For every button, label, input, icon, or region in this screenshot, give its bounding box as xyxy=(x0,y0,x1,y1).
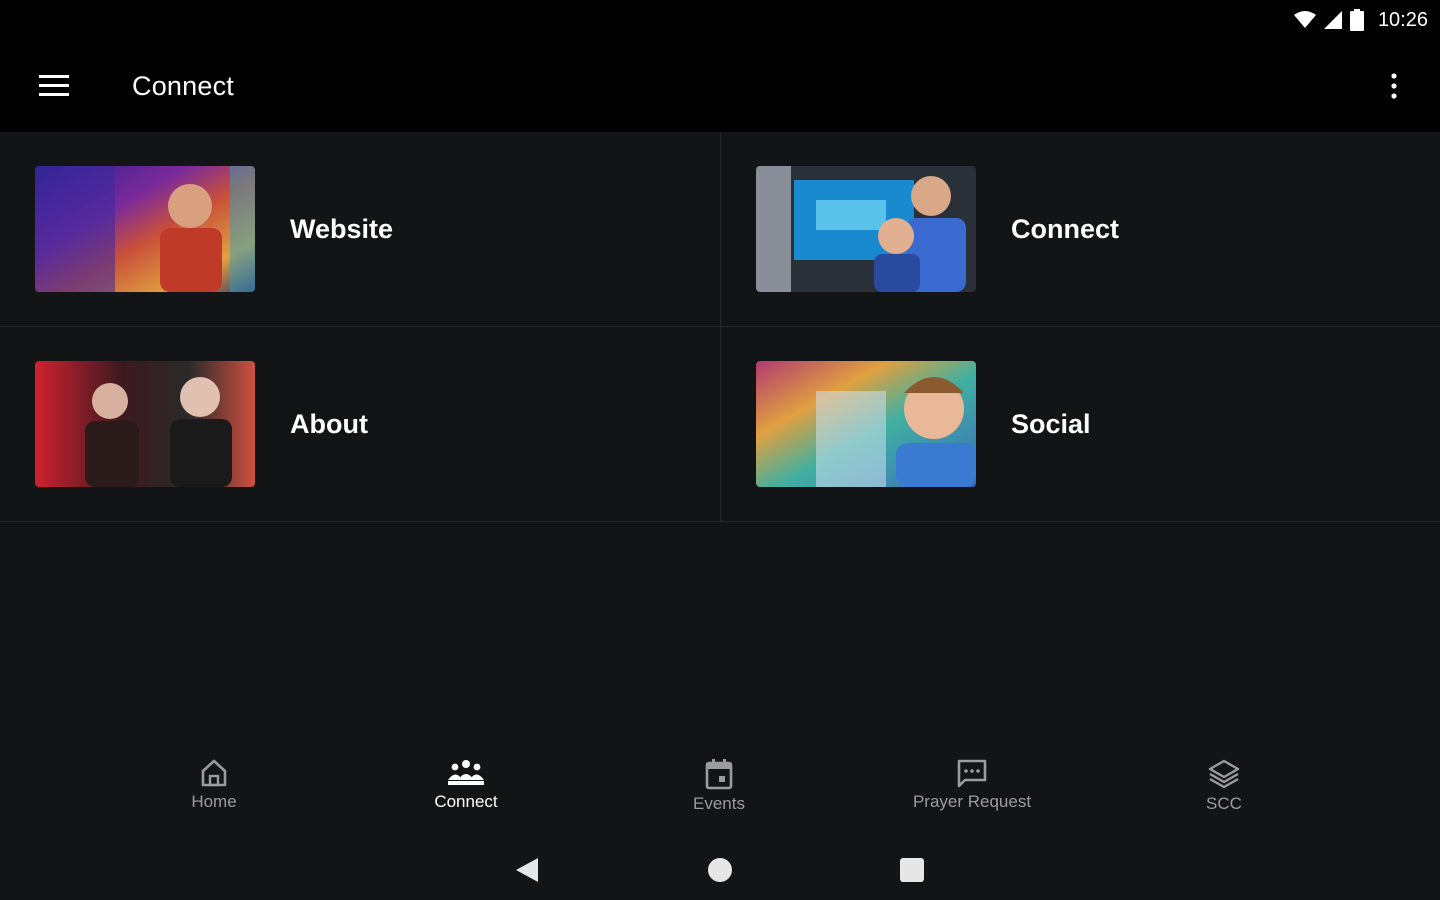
wifi-icon xyxy=(1293,11,1316,28)
home-system-button[interactable] xyxy=(700,850,740,890)
nav-label-connect: Connect xyxy=(434,792,498,811)
social-thumbnail xyxy=(756,361,976,487)
nav-item-home[interactable]: Home xyxy=(114,740,314,830)
tile-connect[interactable]: Connect xyxy=(721,132,1440,327)
home-circle-icon xyxy=(708,858,732,882)
layers-icon xyxy=(1208,759,1240,789)
tile-label-website: Website xyxy=(290,213,394,244)
website-thumbnail xyxy=(35,166,255,292)
battery-icon xyxy=(1349,9,1364,31)
nav-item-events[interactable]: Events xyxy=(619,740,819,830)
status-time: 10:26 xyxy=(1377,8,1428,31)
recents-square-icon xyxy=(900,858,924,882)
nav-label-events: Events xyxy=(693,794,745,813)
tile-label-social: Social xyxy=(1011,408,1091,439)
overflow-menu-button[interactable] xyxy=(1372,64,1416,108)
tile-label-connect: Connect xyxy=(1011,213,1119,244)
back-button[interactable] xyxy=(507,850,547,890)
people-group-icon xyxy=(448,760,484,785)
chat-bubble-icon xyxy=(957,759,987,788)
nav-label-prayer-request: Prayer Request xyxy=(912,792,1032,811)
home-icon xyxy=(201,759,227,787)
bottom-navigation: Home Connect Events Prayer Request SCC xyxy=(0,740,1440,830)
status-bar: 10:26 xyxy=(0,0,1440,40)
page-title: Connect xyxy=(132,70,234,101)
hamburger-menu-icon xyxy=(39,75,69,96)
calendar-icon xyxy=(705,759,733,790)
more-vert-icon xyxy=(1391,73,1397,99)
menu-button[interactable] xyxy=(0,40,108,132)
tile-about[interactable]: About xyxy=(0,327,721,522)
tile-social[interactable]: Social xyxy=(721,327,1440,522)
connect-grid: Website Connect About Social xyxy=(0,132,1440,522)
connect-thumbnail xyxy=(756,166,976,292)
nav-label-home: Home xyxy=(191,792,237,811)
nav-label-scc: SCC xyxy=(1206,794,1242,813)
about-thumbnail xyxy=(35,361,255,487)
nav-item-scc[interactable]: SCC xyxy=(1124,740,1324,830)
recents-button[interactable] xyxy=(892,850,932,890)
nav-item-prayer-request[interactable]: Prayer Request xyxy=(872,740,1072,830)
cell-signal-icon xyxy=(1323,11,1342,29)
nav-item-connect[interactable]: Connect xyxy=(366,740,566,830)
system-navigation-bar xyxy=(0,830,1440,900)
tile-website[interactable]: Website xyxy=(0,132,721,327)
app-bar: Connect xyxy=(0,40,1440,132)
back-triangle-icon xyxy=(516,858,538,882)
tile-label-about: About xyxy=(290,408,368,439)
